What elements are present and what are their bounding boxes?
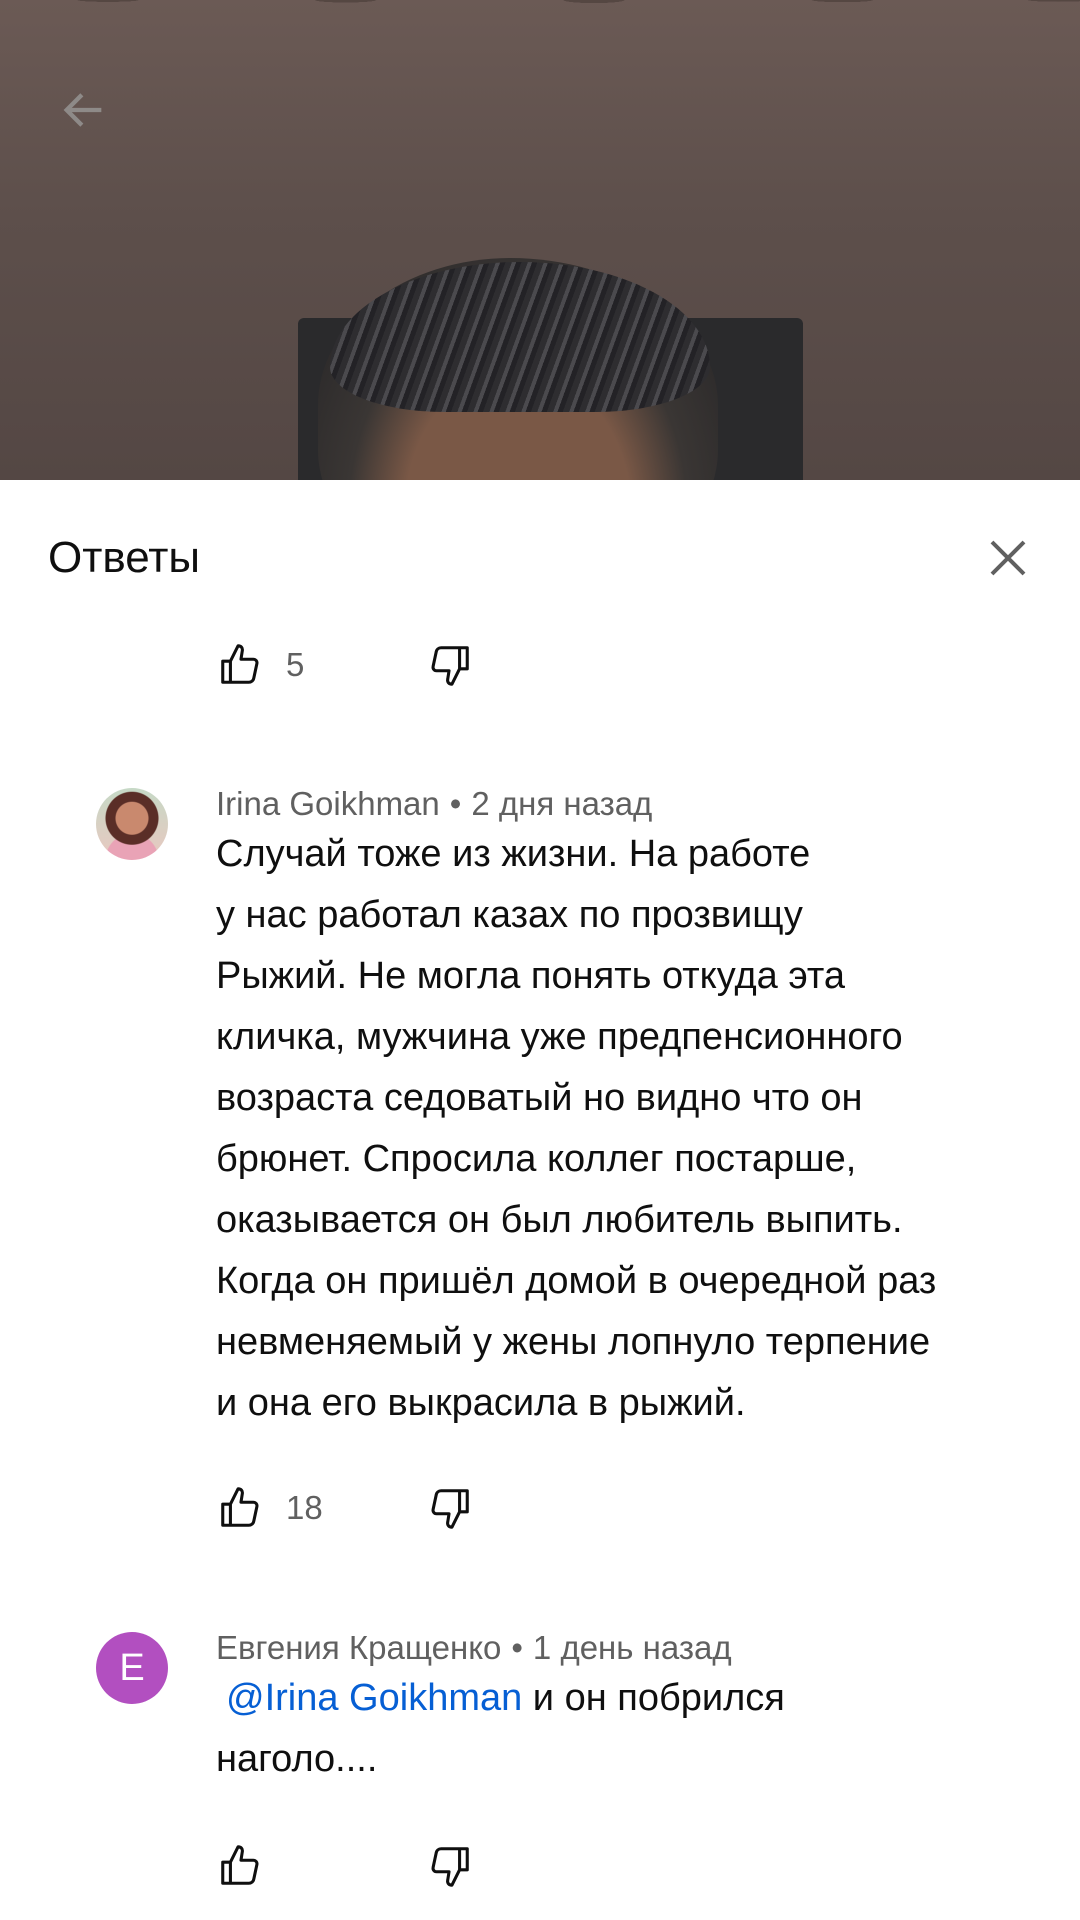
- dislike-button[interactable]: [426, 641, 474, 689]
- thumb-up-icon: [221, 1487, 259, 1527]
- comment-meta: Евгения Кращенко • 1 день назад: [216, 1628, 732, 1668]
- video-player[interactable]: [0, 0, 1080, 480]
- thumb-up-icon: [221, 644, 259, 684]
- video-person-hair: [330, 262, 710, 412]
- like-count: 5: [286, 646, 305, 683]
- comment-actions: 5: [216, 635, 474, 695]
- like-button[interactable]: [216, 1484, 264, 1532]
- comment-actions: 18: [216, 1478, 474, 1538]
- replies-sheet: Ответы 5 Irina Goikhman • 2 дня назад Случ…: [0, 480, 1080, 1920]
- comment-author[interactable]: Евгения Кращенко: [216, 1629, 501, 1666]
- comment-actions: [216, 1836, 474, 1896]
- avatar[interactable]: [96, 788, 168, 860]
- close-icon: [990, 540, 1026, 576]
- like-button[interactable]: [216, 1842, 264, 1890]
- comment-text: @Irina Goikhman и он побрился наголо....: [216, 1668, 1056, 1790]
- dislike-button[interactable]: [426, 1484, 474, 1532]
- arrow-left-icon: [63, 93, 102, 127]
- thumb-up-icon: [221, 1845, 259, 1885]
- like-count: 18: [286, 1489, 323, 1526]
- back-button[interactable]: [56, 82, 112, 138]
- comment-meta: Irina Goikhman • 2 дня назад: [216, 784, 652, 824]
- sheet-header: Ответы: [0, 480, 1080, 630]
- like-button[interactable]: [216, 641, 264, 689]
- meta-separator: •: [449, 785, 462, 822]
- thumb-down-icon: [431, 646, 469, 686]
- thumb-down-icon: [431, 1847, 469, 1887]
- sheet-title: Ответы: [48, 533, 201, 582]
- avatar[interactable]: Е: [96, 1632, 168, 1704]
- comment-author[interactable]: Irina Goikhman: [216, 785, 440, 822]
- thumb-down-icon: [431, 1489, 469, 1529]
- video-background: [0, 0, 1080, 60]
- comment-time: 1 день назад: [532, 1629, 732, 1666]
- dislike-button[interactable]: [426, 1842, 474, 1890]
- meta-separator: •: [511, 1629, 523, 1666]
- close-button[interactable]: [980, 530, 1036, 586]
- comment-time: 2 дня назад: [471, 785, 653, 822]
- mention-link[interactable]: @Irina Goikhman: [226, 1677, 522, 1719]
- comment-text: Случай тоже из жизни. На работе у нас ра…: [216, 833, 937, 1424]
